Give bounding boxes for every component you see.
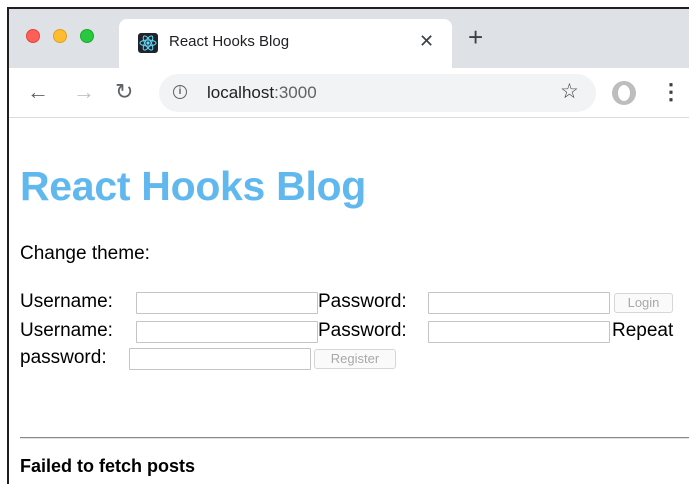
minimize-window-button[interactable]	[53, 29, 67, 43]
address-bar[interactable]: i localhost:3000	[159, 74, 596, 112]
url-host: localhost	[207, 83, 275, 102]
url-port: :3000	[274, 83, 317, 102]
url-text[interactable]: localhost:3000	[207, 83, 317, 103]
divider	[20, 437, 689, 439]
page-content: React Hooks Blog Change theme: Username:…	[9, 118, 689, 484]
info-icon[interactable]: i	[173, 85, 187, 99]
back-arrow-icon[interactable]: ←	[27, 80, 49, 104]
close-icon[interactable]: ✕	[419, 31, 434, 51]
register-username-label: Username:	[20, 320, 113, 341]
repeat-password-input[interactable]	[129, 348, 311, 370]
tab-title: React Hooks Blog	[169, 33, 290, 50]
change-theme-label: Change theme:	[20, 243, 150, 264]
tab-strip: React Hooks Blog ✕ +	[9, 9, 689, 68]
login-password-label: Password:	[318, 291, 407, 312]
browser-window: React Hooks Blog ✕ + ← → ↻ i localhost:3…	[7, 7, 689, 484]
react-favicon-icon	[138, 33, 158, 53]
star-icon[interactable]: ☆	[560, 81, 579, 103]
login-password-input[interactable]	[428, 292, 610, 314]
page-title: React Hooks Blog	[20, 163, 367, 209]
register-username-input[interactable]	[136, 321, 318, 343]
register-button[interactable]: Register	[314, 349, 396, 369]
login-username-label: Username:	[20, 291, 113, 312]
register-password-input[interactable]	[428, 321, 610, 343]
reload-icon[interactable]: ↻	[115, 80, 133, 104]
plus-icon[interactable]: +	[468, 24, 483, 50]
close-window-button[interactable]	[26, 29, 40, 43]
forward-arrow-icon[interactable]: →	[73, 80, 95, 104]
error-message: Failed to fetch posts	[20, 456, 196, 476]
repeat-password-label-end: password:	[20, 347, 107, 368]
profile-avatar-icon[interactable]	[612, 81, 636, 105]
zoom-window-button[interactable]	[80, 29, 94, 43]
register-password-label: Password:	[318, 320, 407, 341]
tab-active[interactable]: React Hooks Blog ✕	[119, 19, 452, 68]
repeat-password-label-start: Repeat	[612, 320, 674, 341]
login-username-input[interactable]	[136, 292, 318, 314]
browser-toolbar: ← → ↻ i localhost:3000 ☆ ⋮	[9, 68, 689, 118]
login-button[interactable]: Login	[614, 293, 673, 313]
kebab-menu-icon[interactable]: ⋮	[660, 78, 682, 106]
